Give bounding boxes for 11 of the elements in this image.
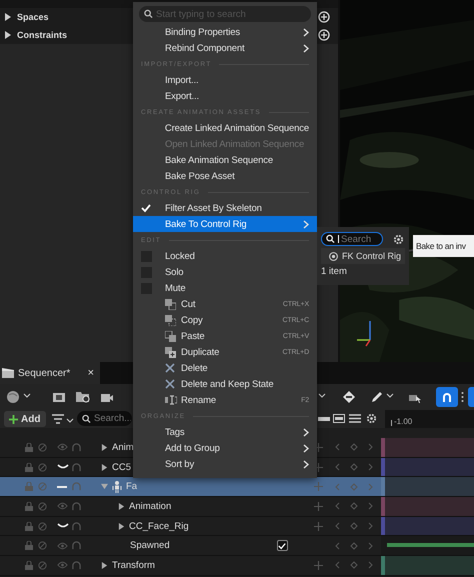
item-count: 1 item <box>321 266 348 277</box>
track-name: CC5 <box>112 462 132 473</box>
time-label: -1.00 <box>394 417 412 426</box>
track-name: CC_Face_Rig <box>129 520 189 532</box>
tooltip: Bake to an inv <box>413 235 474 257</box>
track-name: Animation <box>129 500 172 512</box>
track-name: Fa <box>126 481 138 492</box>
track-name: Spawned <box>130 540 170 552</box>
track-name: Anim <box>112 442 134 453</box>
track-name: Transform <box>112 560 155 571</box>
tab-title: Sequencer* <box>18 368 72 378</box>
